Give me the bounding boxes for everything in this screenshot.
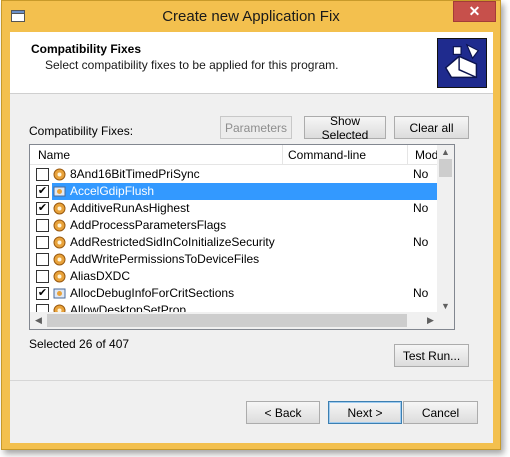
row-name: 8And16BitTimedPriSync: [70, 167, 200, 181]
list-item[interactable]: ✔ AccelGdipFlush: [30, 183, 454, 200]
compatibility-fix-icon: [53, 236, 66, 249]
horizontal-scrollbar[interactable]: ◀ ▶: [30, 312, 439, 329]
compatibility-fixes-graphic-icon: [437, 38, 487, 88]
wizard-header: Compatibility Fixes Select compatibility…: [10, 32, 493, 94]
application-fix-window: Create new Application Fix ✕ Compatibili…: [1, 0, 501, 450]
scroll-down-icon[interactable]: ▼: [437, 301, 454, 311]
column-header-command-line[interactable]: Command-line: [288, 148, 366, 162]
scrollbar-corner: [437, 312, 454, 329]
compatibility-fixes-label: Compatibility Fixes:: [29, 124, 134, 138]
row-module: No: [413, 167, 429, 181]
close-icon: ✕: [468, 3, 481, 19]
cancel-button[interactable]: Cancel: [403, 401, 478, 424]
scroll-left-icon[interactable]: ◀: [30, 315, 47, 326]
test-run-button[interactable]: Test Run...: [394, 344, 469, 367]
next-button[interactable]: Next >: [328, 401, 402, 424]
row-name: AdditiveRunAsHighest: [70, 201, 190, 215]
row-module: No: [413, 235, 429, 249]
row-name: AddWritePermissionsToDeviceFiles: [70, 252, 260, 266]
compatibility-fix-icon: [53, 202, 66, 215]
row-name: AccelGdipFlush: [69, 184, 156, 199]
row-checkbox[interactable]: ✔: [36, 185, 49, 198]
column-header-name[interactable]: Name: [38, 148, 70, 162]
compatibility-fix-icon: [53, 288, 66, 299]
compatibility-fix-icon: [53, 219, 66, 232]
column-divider[interactable]: [282, 145, 283, 165]
row-name: AllocDebugInfoForCritSections: [70, 286, 235, 300]
compatibility-fix-icon: [53, 168, 66, 181]
row-checkbox[interactable]: [36, 236, 49, 249]
list-item[interactable]: 8And16BitTimedPriSync No: [30, 166, 454, 183]
row-checkbox[interactable]: ✔: [36, 202, 49, 215]
list-item[interactable]: AddProcessParametersFlags: [30, 217, 454, 234]
close-button[interactable]: ✕: [453, 1, 496, 22]
row-module: No: [413, 286, 429, 300]
row-checkbox[interactable]: [36, 219, 49, 232]
row-name: AddRestrictedSidInCoInitializeSecurity: [70, 235, 275, 249]
compatibility-fix-icon: [53, 270, 66, 283]
row-name: AddProcessParametersFlags: [70, 218, 227, 232]
list-item[interactable]: AddRestrictedSidInCoInitializeSecurity N…: [30, 234, 454, 251]
list-item[interactable]: AddWritePermissionsToDeviceFiles: [30, 251, 454, 268]
list-item[interactable]: ✔ AdditiveRunAsHighest No: [30, 200, 454, 217]
show-selected-button[interactable]: Show Selected: [304, 114, 386, 142]
column-divider[interactable]: [407, 145, 408, 165]
compatibility-fixes-list[interactable]: Name Command-line Module 8And16BitTimedP…: [29, 144, 455, 330]
compatibility-fix-icon: [53, 253, 66, 266]
row-name: AliasDXDC: [70, 269, 131, 283]
back-button[interactable]: < Back: [246, 401, 320, 424]
window-title: Create new Application Fix: [162, 8, 340, 25]
page-subtitle: Select compatibility fixes to be applied…: [45, 58, 339, 72]
row-module: No: [413, 201, 429, 215]
vertical-scroll-thumb[interactable]: [439, 159, 452, 177]
row-checkbox[interactable]: [36, 168, 49, 181]
scroll-up-icon[interactable]: ▲: [437, 147, 454, 157]
title-bar[interactable]: Create new Application Fix ✕: [2, 1, 500, 32]
wizard-client-area: Compatibility Fixes Select compatibility…: [10, 32, 493, 443]
row-checkbox[interactable]: ✔: [36, 287, 49, 300]
row-checkbox[interactable]: [36, 253, 49, 266]
clear-all-button[interactable]: Clear all: [394, 116, 469, 139]
page-title: Compatibility Fixes: [31, 42, 142, 56]
row-checkbox[interactable]: [36, 270, 49, 283]
list-item[interactable]: ✔ AllocDebugInfoForCritSections No: [30, 285, 454, 302]
parameters-button[interactable]: Parameters: [220, 116, 292, 139]
selection-count: Selected 26 of 407: [29, 337, 130, 351]
vertical-scrollbar[interactable]: ▲ ▼: [437, 145, 454, 313]
footer-divider: [10, 380, 493, 381]
horizontal-scroll-thumb[interactable]: [47, 314, 407, 327]
list-item[interactable]: AliasDXDC: [30, 268, 454, 285]
list-header: Name Command-line Module: [30, 145, 454, 165]
compatibility-fix-icon: [53, 186, 66, 197]
